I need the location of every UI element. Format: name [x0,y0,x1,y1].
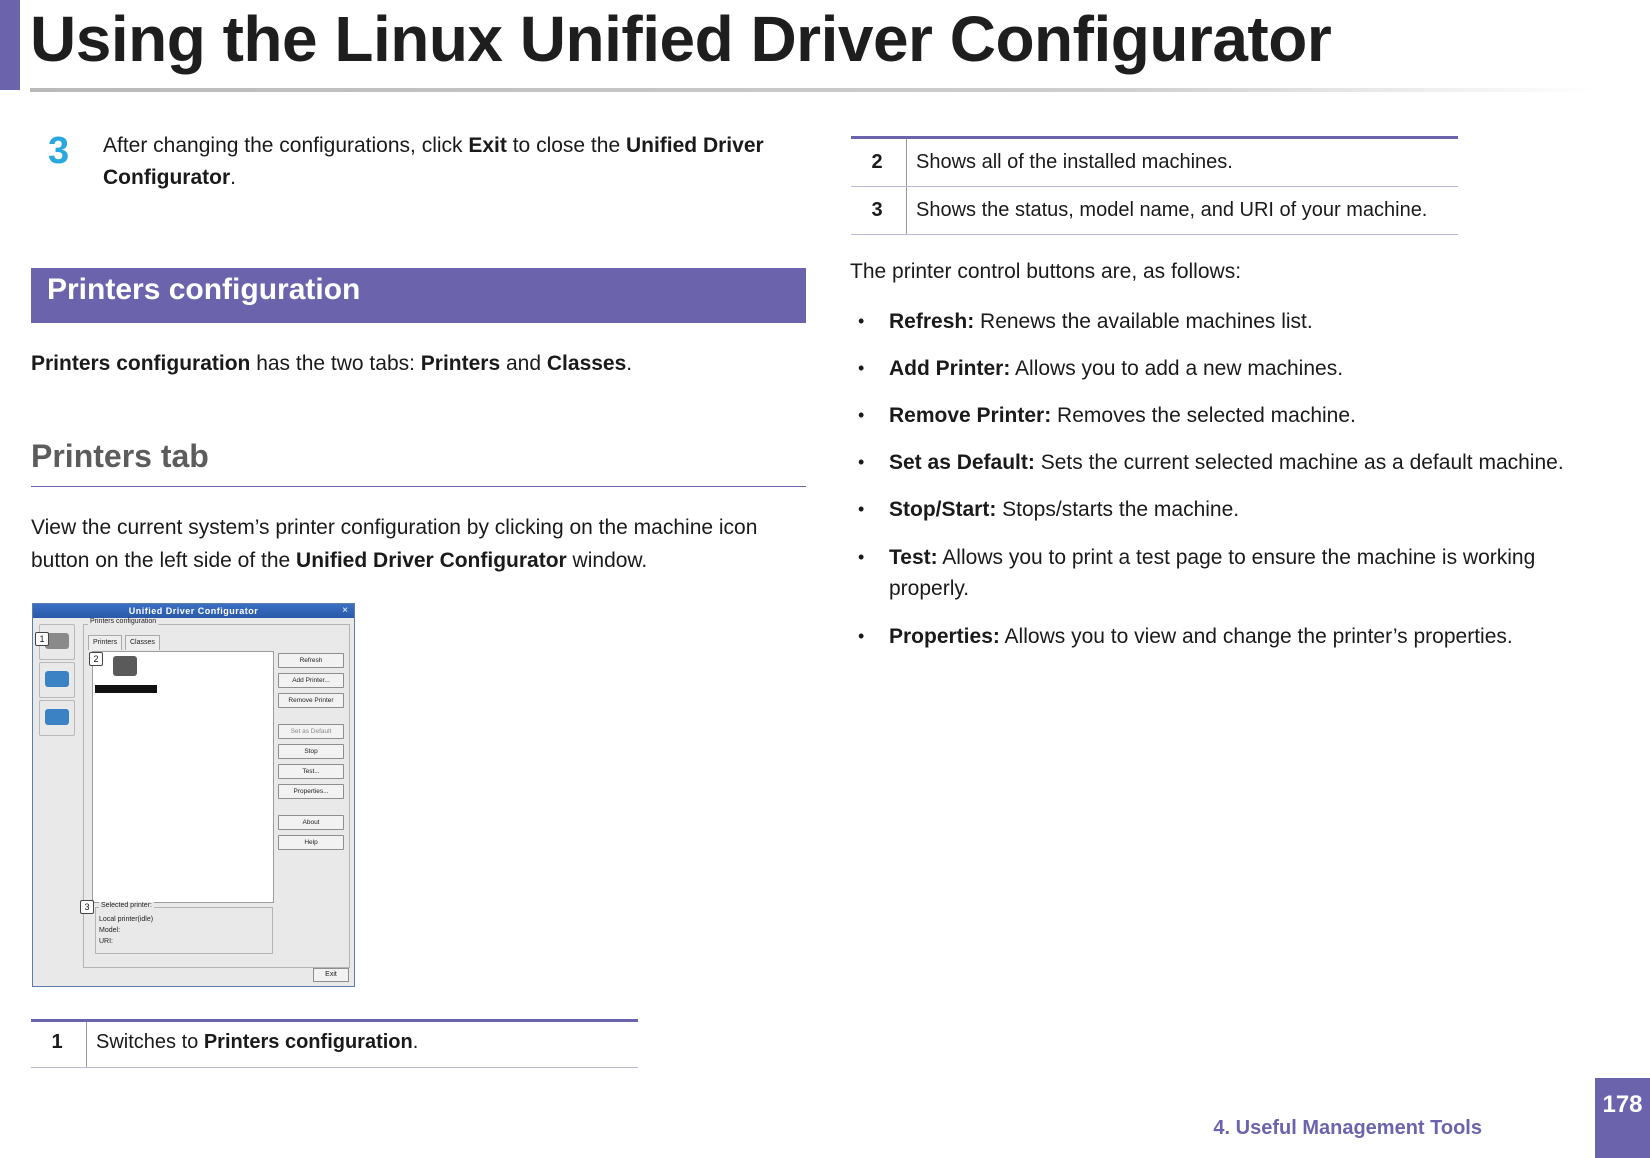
table-right-divider [906,139,907,235]
callout-3: 3 [80,900,94,914]
selected-printer-group [95,907,273,954]
list-item: Properties: Allows you to view and chang… [889,625,1513,648]
stop-button[interactable]: Stop [278,744,344,759]
window-title: Unified Driver Configurator [128,606,259,616]
bullet-icon: • [858,405,865,425]
intro-paragraph: Printers configuration has the two tabs:… [31,352,633,375]
controls-intro: The printer control buttons are, as foll… [850,260,1242,283]
exit-term: Exit [468,134,507,157]
page-number: 178 [1595,1078,1650,1158]
list-item: Add Printer: Allows you to add a new mac… [889,357,1344,380]
close-icon[interactable]: × [342,604,348,618]
table-right-row-rule [851,186,1458,187]
subsection-divider [31,486,806,487]
bullet-icon: • [858,358,865,378]
header-accent-bar [0,0,20,90]
table-right-bottom-rule [851,234,1458,235]
list-item: Test: Allows you to print a test page to… [889,546,1536,600]
refresh-button[interactable]: Refresh [278,653,344,668]
port-icon [45,709,69,725]
section-title: Printers configuration [47,273,361,306]
table-row-text: Shows all of the installed machines. [916,151,1233,173]
view-paragraph: View the current system’s printer config… [31,516,758,572]
bullet-icon: • [858,311,865,331]
add-printer-button[interactable]: Add Printer... [278,673,344,688]
list-item: Remove Printer: Removes the selected mac… [889,404,1356,427]
set-as-default-button[interactable]: Set as Default [278,724,344,739]
table-row-text: Switches to Printers configuration. [96,1031,419,1053]
exit-button[interactable]: Exit [313,968,349,982]
group-label: Printers configuration [88,618,159,625]
ports-config-button[interactable] [39,700,75,736]
help-button[interactable]: Help [278,835,344,850]
bullet-icon: • [858,499,865,519]
printer-name-redacted [95,685,157,693]
callout-1: 1 [35,632,49,646]
table-left-bottom-rule [31,1067,638,1068]
remove-printer-button[interactable]: Remove Printer [278,693,344,708]
list-item: Stop/Start: Stops/starts the machine. [889,498,1240,521]
scanner-icon [45,671,69,687]
list-item: Refresh: Renews the available machines l… [889,310,1313,333]
subsection-title: Printers tab [31,438,209,474]
printer-icon[interactable] [113,656,137,676]
bullet-icon: • [858,452,865,472]
tab-classes[interactable]: Classes [125,635,160,650]
page-title: Using the Linux Unified Driver Configura… [30,3,1332,75]
step-number: 3 [48,130,70,172]
selected-model: Model: [99,927,121,934]
footer-chapter: 4. Useful Management Tools [1213,1117,1482,1139]
table-row-number: 1 [51,1031,63,1053]
about-button[interactable]: About [278,815,344,830]
table-row-number: 3 [871,199,883,221]
table-left-divider [86,1022,87,1068]
selected-printer-label: Selected printer: [99,902,154,909]
selected-status: Local printer(idle) [99,916,154,923]
list-item: Set as Default: Sets the current selecte… [889,451,1564,474]
table-row-text: Shows the status, model name, and URI of… [916,199,1428,221]
callout-2: 2 [89,652,103,666]
table-row-number: 2 [871,151,883,173]
bullet-icon: • [858,626,865,646]
tab-printers[interactable]: Printers [88,635,123,650]
title-divider [30,88,1595,92]
selected-uri: URI: [99,938,113,945]
classes-config-button[interactable] [39,662,75,698]
properties-button[interactable]: Properties... [278,784,344,799]
step-text: After changing the configurations, click… [103,134,764,189]
table-left-top-rule [31,1019,638,1022]
test-button[interactable]: Test... [278,764,344,779]
bullet-icon: • [858,547,865,567]
table-right-top-rule [851,136,1458,139]
configurator-screenshot: Unified Driver Configurator × Printers c… [32,603,355,987]
